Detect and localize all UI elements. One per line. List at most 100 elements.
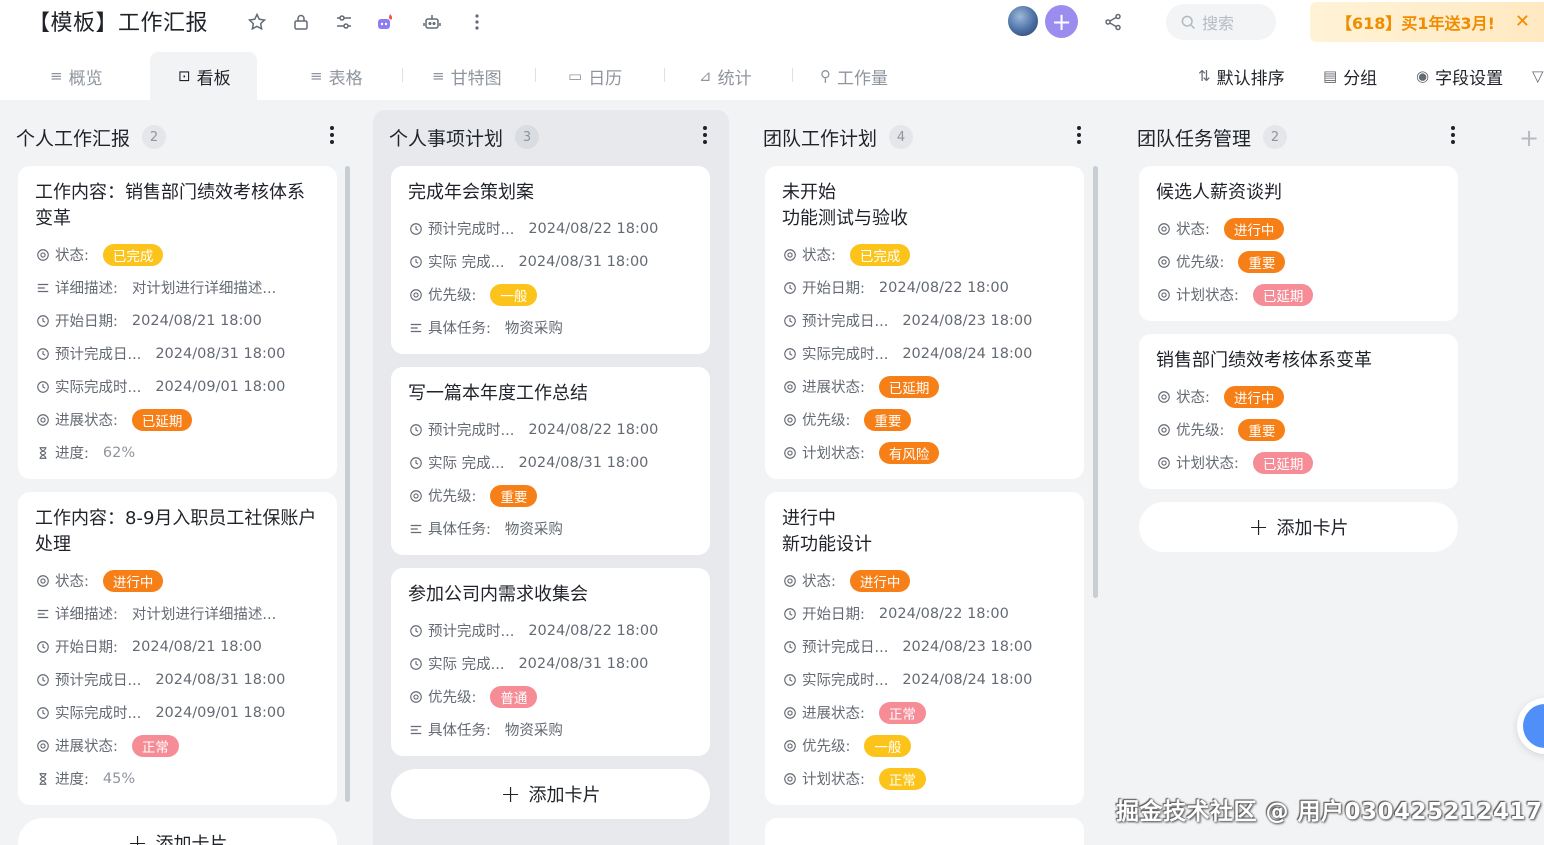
- group-button[interactable]: ▤ 分组: [1323, 52, 1377, 100]
- share-icon[interactable]: [1100, 9, 1126, 35]
- card-field: 实际 完成... 2024/08/31 18:00: [408, 446, 694, 479]
- field-label: 开始日期:: [802, 607, 865, 623]
- column-scrollbar[interactable]: [345, 166, 350, 802]
- board-column: 团队工作计划 4 未开始 功能测试与验收 状态: 已完成 开始日期: 2024/08/22 1…: [747, 110, 1103, 845]
- robot-icon[interactable]: [419, 9, 445, 35]
- kanban-card[interactable]: [765, 818, 1084, 845]
- kanban-card[interactable]: 进行中 新功能设计 状态: 进行中 开始日期: 2024/08/22 18:00 预计完成日…: [765, 492, 1084, 805]
- chart-icon: ⊿: [699, 67, 712, 85]
- card-title: 候选人薪资谈判: [1156, 180, 1442, 206]
- status-icon: [408, 488, 424, 504]
- lock-icon[interactable]: [288, 9, 314, 35]
- avatar[interactable]: [1006, 4, 1040, 38]
- tab-workload[interactable]: ⚲ 工作量: [820, 52, 888, 100]
- field-label: 实际完成时...: [55, 380, 142, 396]
- field-label: 进展状态:: [802, 706, 865, 722]
- status-icon: [408, 689, 424, 705]
- card-field: 开始日期: 2024/08/21 18:00: [35, 304, 321, 337]
- promo-text: 【618】买1年送3月!: [1336, 14, 1495, 33]
- close-icon[interactable]: ✕: [1515, 11, 1530, 32]
- column-title: 团队工作计划: [763, 127, 878, 150]
- field-settings-button[interactable]: ◉ 字段设置: [1416, 52, 1503, 100]
- app-plugin-icon[interactable]: [372, 9, 398, 35]
- field-value: 2024/08/31 18:00: [518, 655, 649, 672]
- status-icon: [782, 379, 798, 395]
- kanban-card[interactable]: 工作内容：8-9月入职员工社保账户处理 状态: 进行中 详细描述: 对计划进行详细描述.…: [18, 492, 337, 805]
- column-header[interactable]: 团队任务管理 2: [1137, 124, 1288, 150]
- kanban-card[interactable]: 未开始 功能测试与验收 状态: 已完成 开始日期: 2024/08/22 18:00 预计完…: [765, 166, 1084, 479]
- star-icon[interactable]: [244, 9, 270, 35]
- status-icon: [782, 705, 798, 721]
- kanban-card[interactable]: 销售部门绩效考核体系变革 状态: 进行中 优先级: 重要 计划状态: 已延期: [1139, 334, 1458, 489]
- sort-button[interactable]: ⇅ 默认排序: [1198, 52, 1285, 100]
- kanban-card[interactable]: 完成年会策划案 预计完成时... 2024/08/22 18:00 实际 完成... 2…: [391, 166, 710, 354]
- status-icon: [782, 573, 798, 589]
- column-more-icon[interactable]: [1075, 124, 1083, 146]
- column-header[interactable]: 团队工作计划 4: [763, 124, 914, 150]
- card-field: 具体任务: 物资采购: [408, 311, 694, 344]
- card-title-text: 候选人薪资谈判: [1156, 182, 1282, 203]
- tab-overview[interactable]: ≡ 概览: [50, 52, 103, 100]
- column-scrollbar[interactable]: [1093, 166, 1098, 598]
- add-card-button[interactable]: + 添加卡片: [391, 769, 710, 819]
- status-icon: [1156, 389, 1172, 405]
- board-column: 个人工作汇报 2 工作内容：销售部门绩效考核体系变革 状态: 已完成 详细描述: 对计划进行…: [0, 110, 356, 845]
- list-icon: [35, 606, 51, 622]
- field-label: 预计完成日...: [802, 640, 889, 656]
- eye-icon: ◉: [1416, 67, 1430, 85]
- field-label: 预计完成时...: [428, 222, 515, 238]
- kanban-card[interactable]: 工作内容：销售部门绩效考核体系变革 状态: 已完成 详细描述: 对计划进行详细描述...…: [18, 166, 337, 479]
- filter-settings-icon[interactable]: [331, 9, 357, 35]
- status-badge: 重要: [490, 484, 538, 507]
- field-label: 进展状态:: [55, 413, 118, 429]
- field-label: 实际完成时...: [802, 347, 889, 363]
- field-value: 2024/08/22 18:00: [528, 220, 659, 237]
- kanban-card[interactable]: 写一篇本年度工作总结 预计完成时... 2024/08/22 18:00 实际 完成.…: [391, 367, 710, 555]
- card-title: 工作内容：销售部门绩效考核体系变革: [35, 180, 321, 232]
- field-label: 实际完成时...: [55, 706, 142, 722]
- field-value: 2024/08/31 18:00: [518, 253, 649, 270]
- status-badge: 已延期: [131, 408, 193, 431]
- tab-kanban[interactable]: ⊡ 看板: [150, 52, 257, 100]
- search-input[interactable]: 搜索: [1166, 4, 1276, 40]
- add-member-button[interactable]: +: [1045, 5, 1078, 38]
- add-column-icon[interactable]: +: [1519, 124, 1539, 152]
- divider: [402, 68, 403, 82]
- tab-label: 日历: [588, 68, 623, 89]
- column-header[interactable]: 个人事项计划 3: [389, 124, 540, 150]
- status-badge: 已完成: [102, 243, 164, 266]
- field-value: 2024/09/01 18:00: [155, 378, 286, 395]
- more-icon[interactable]: [464, 9, 490, 35]
- card-field: 状态: 已完成: [35, 238, 321, 271]
- add-card-button[interactable]: + 添加卡片: [18, 818, 337, 845]
- add-card-button[interactable]: + 添加卡片: [1139, 502, 1458, 552]
- field-value: 2024/08/21 18:00: [131, 312, 262, 329]
- field-label: 详细描述:: [55, 281, 118, 297]
- column-header[interactable]: 个人工作汇报 2: [16, 124, 167, 150]
- kanban-card[interactable]: 候选人薪资谈判 状态: 进行中 优先级: 重要 计划状态: 已延期: [1139, 166, 1458, 321]
- filter-icon: ▽: [1532, 67, 1544, 85]
- column-more-icon[interactable]: [701, 124, 709, 146]
- tab-table[interactable]: ≡ 表格: [310, 52, 363, 100]
- column-more-icon[interactable]: [328, 124, 336, 146]
- column-more-icon[interactable]: [1449, 124, 1457, 146]
- tab-statistics[interactable]: ⊿ 统计: [699, 52, 752, 100]
- filter-button[interactable]: ▽: [1532, 52, 1544, 100]
- kanban-card[interactable]: 参加公司内需求收集会 预计完成时... 2024/08/22 18:00 实际 完成.…: [391, 568, 710, 756]
- promo-banner[interactable]: 【618】买1年送3月! ✕: [1310, 2, 1544, 42]
- field-label: 状态:: [1176, 390, 1210, 406]
- tab-label: 概览: [68, 68, 103, 89]
- board-column: 个人事项计划 3 完成年会策划案 预计完成时... 2024/08/22 18:00 实际…: [373, 110, 729, 845]
- status-badge: 重要: [1238, 418, 1286, 441]
- status-badge: 正常: [878, 767, 926, 790]
- clock-icon: [408, 623, 424, 639]
- field-label: 计划状态:: [802, 772, 865, 788]
- field-label: 进展状态:: [802, 380, 865, 396]
- tab-gantt[interactable]: ≡ 甘特图: [432, 52, 502, 100]
- field-value: 2024/08/22 18:00: [878, 279, 1009, 296]
- field-value: 2024/08/24 18:00: [902, 345, 1033, 362]
- list-icon: [408, 320, 424, 336]
- card-field: 具体任务: 物资采购: [408, 713, 694, 746]
- status-icon: [1156, 254, 1172, 270]
- tab-calendar[interactable]: ▭ 日历: [568, 52, 622, 100]
